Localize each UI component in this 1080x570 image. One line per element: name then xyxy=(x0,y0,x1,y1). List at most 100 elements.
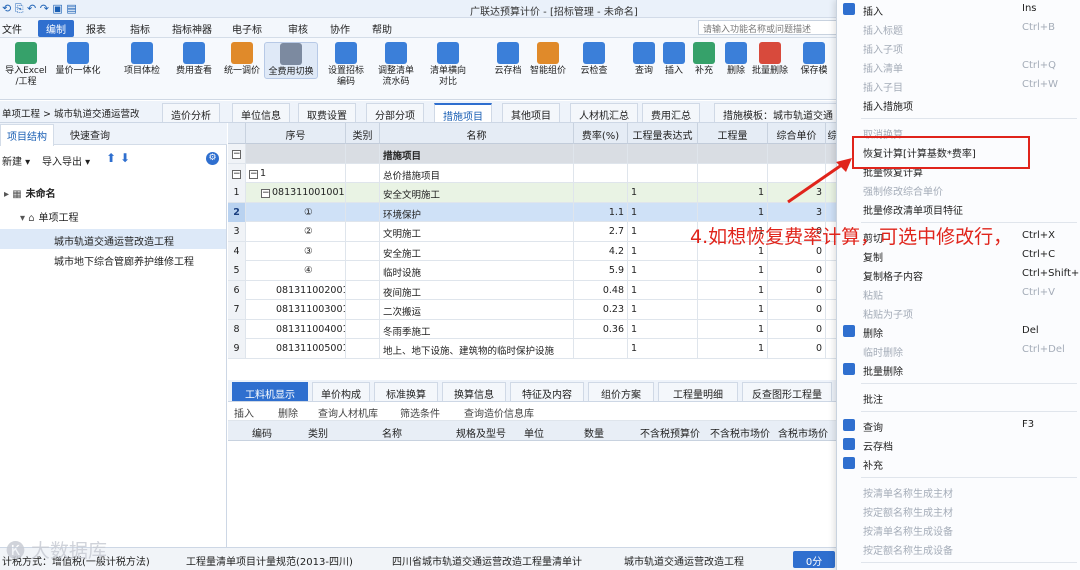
ribbon-button[interactable]: 调整清单 流水码 xyxy=(372,42,420,88)
collapse-icon[interactable]: − xyxy=(232,169,241,179)
menu-item[interactable]: 帮助 xyxy=(372,21,392,36)
ribbon-button[interactable]: 项目体检 xyxy=(118,42,166,77)
menu-item[interactable]: 编制 xyxy=(38,20,74,37)
context-menu-item[interactable]: 按清单名称生成设备 xyxy=(837,520,1080,539)
ribbon-button[interactable]: 量价一体化 xyxy=(54,42,102,77)
ribbon-button[interactable]: 费用查看 xyxy=(170,42,218,77)
ribbon-button[interactable]: 全费用切换 xyxy=(264,42,318,79)
row-name[interactable]: 地上、地下设施、建筑物的临时保护设施 xyxy=(380,339,574,358)
row-name[interactable]: 冬雨季施工 xyxy=(380,319,574,339)
context-menu-item[interactable]: 复制格子内容 Ctrl+Shift+ xyxy=(837,265,1080,284)
resource-column-header[interactable]: 数量 xyxy=(584,425,604,440)
ribbon-button[interactable]: 清单横向 对比 xyxy=(424,42,472,88)
table-row[interactable]: 6 081311002001 夜间施工 0.48 1 1 0 xyxy=(228,280,840,300)
main-tab[interactable]: 措施项目 xyxy=(434,103,492,123)
new-button[interactable]: 新建 ▾ xyxy=(2,153,30,168)
tree-item[interactable]: 城市轨道交通运营改造工程 xyxy=(0,229,226,249)
row-rate[interactable]: 0.36 xyxy=(574,319,628,339)
row-name[interactable]: 安全施工 xyxy=(380,241,574,261)
row-rate[interactable] xyxy=(574,144,628,163)
row-name[interactable]: 文明施工 xyxy=(380,222,574,241)
row-number[interactable]: 9 xyxy=(228,339,246,358)
context-menu-item[interactable]: 查询 F3 xyxy=(837,416,1080,435)
context-menu-item[interactable]: 插入子目 Ctrl+W xyxy=(837,76,1080,95)
main-tab[interactable]: 单位信息 xyxy=(232,103,290,122)
bottom-tab[interactable]: 标准换算 xyxy=(374,382,438,401)
resource-column-header[interactable]: 不含税预算价 xyxy=(640,425,700,440)
collapse-icon[interactable]: − xyxy=(261,189,270,198)
context-menu-item[interactable]: 插入 Ins xyxy=(837,0,1080,19)
row-rate[interactable] xyxy=(574,183,628,202)
table-row[interactable]: 7 081311003001 二次搬运 0.23 1 1 0 xyxy=(228,300,840,320)
bottom-tool-2[interactable]: 查询人材机库 xyxy=(318,405,378,420)
resource-column-header[interactable]: 规格及型号 xyxy=(456,425,506,440)
menu-item[interactable]: 审核 xyxy=(288,21,308,36)
bottom-tab[interactable]: 工料机显示 xyxy=(232,382,308,401)
bottom-tool-3[interactable]: 筛选条件 xyxy=(400,405,440,420)
context-menu-item[interactable]: 批量修改清单项目特征 xyxy=(837,199,1080,218)
row-qty-expression[interactable]: 1 xyxy=(628,241,698,261)
tab-quick-query[interactable]: 快速查询 xyxy=(70,127,110,142)
table-row[interactable]: 8 081311004001 冬雨季施工 0.36 1 1 0 xyxy=(228,319,840,339)
collapse-icon[interactable]: − xyxy=(249,169,258,179)
grid-column-header[interactable]: 工程量表达式 xyxy=(628,123,698,144)
import-export-button[interactable]: 导入导出 ▾ xyxy=(42,153,90,168)
row-qty-expression[interactable]: 1 xyxy=(628,202,698,222)
resource-column-header[interactable]: 名称 xyxy=(382,425,402,440)
row-name[interactable]: 环境保护 xyxy=(380,202,574,222)
row-qty-expression[interactable]: 1 xyxy=(628,222,698,241)
feature-search-input[interactable]: 请输入功能名称或问题描述 xyxy=(698,20,838,35)
context-menu-item[interactable]: 粘贴为子项 xyxy=(837,303,1080,322)
row-qty-expression[interactable]: 1 xyxy=(628,300,698,319)
row-name[interactable]: 总价措施项目 xyxy=(380,163,574,183)
menu-item[interactable]: 报表 xyxy=(86,21,106,36)
tree-item[interactable]: ▸ ▦ 未命名 xyxy=(0,181,226,201)
menu-item[interactable]: 协作 xyxy=(330,21,350,36)
row-name[interactable]: 措施项目 xyxy=(380,144,574,163)
table-row[interactable]: 9 081311005001 地上、地下设施、建筑物的临时保护设施 1 1 0 xyxy=(228,339,840,359)
row-number[interactable]: 5 xyxy=(228,261,246,280)
table-row[interactable]: 1−081311001001 安全文明施工 1 1 3 xyxy=(228,183,840,203)
grid-column-header[interactable]: 费率(%) xyxy=(574,123,628,144)
row-qty-expression[interactable]: 1 xyxy=(628,339,698,358)
row-number[interactable]: 8 xyxy=(228,319,246,339)
grid-column-header[interactable]: 名称 xyxy=(380,123,574,144)
grid-column-header[interactable]: 综合单价 xyxy=(768,123,826,144)
row-number[interactable]: − xyxy=(228,163,246,183)
main-tab[interactable]: 其他项目 xyxy=(502,103,560,122)
context-menu-item[interactable]: 插入标题 Ctrl+B xyxy=(837,19,1080,38)
row-qty-expression[interactable] xyxy=(628,144,698,163)
ribbon-button[interactable]: 导入Excel /工程 xyxy=(2,42,50,88)
row-name[interactable]: 夜间施工 xyxy=(380,280,574,300)
grid-column-header[interactable]: 工程量 xyxy=(698,123,768,144)
context-menu-item[interactable]: 补充 xyxy=(837,454,1080,473)
context-menu-item[interactable]: 粘贴 Ctrl+V xyxy=(837,284,1080,303)
row-qty-expression[interactable] xyxy=(628,163,698,183)
menu-item[interactable]: 文件 xyxy=(2,21,22,36)
row-number[interactable]: 6 xyxy=(228,280,246,300)
ribbon-button[interactable]: 云检查 xyxy=(570,42,618,77)
bottom-tab[interactable]: 组价方案 xyxy=(588,382,654,401)
context-menu-item[interactable]: 强制修改综合单价 xyxy=(837,180,1080,199)
breadcrumb[interactable]: 单项工程 > 城市轨道交通运营改 xyxy=(2,106,140,120)
grid-column-header[interactable]: 序号 xyxy=(246,123,346,144)
menu-item[interactable]: 指标神器 xyxy=(172,21,212,36)
row-name[interactable]: 二次搬运 xyxy=(380,300,574,319)
row-number[interactable]: 7 xyxy=(228,300,246,319)
row-number[interactable]: − xyxy=(228,144,246,163)
table-row[interactable]: 5 ④ 临时设施 5.9 1 1 0 xyxy=(228,261,840,281)
bottom-tab[interactable]: 工程量明细 xyxy=(658,382,738,401)
row-rate[interactable]: 5.9 xyxy=(574,261,628,280)
context-menu-item[interactable]: 云存档 xyxy=(837,435,1080,454)
context-menu-item[interactable]: 按清单名称生成主材 xyxy=(837,482,1080,501)
settings-icon[interactable]: ⚙ xyxy=(206,152,219,165)
context-menu-item[interactable]: 临时删除 Ctrl+Del xyxy=(837,341,1080,360)
move-down-icon[interactable]: ⬇ xyxy=(120,151,130,165)
row-qty-expression[interactable]: 1 xyxy=(628,319,698,339)
row-rate[interactable] xyxy=(574,163,628,183)
tree-item[interactable]: ▾ ⌂ 单项工程 xyxy=(0,205,226,225)
main-tab[interactable]: 造价分析 xyxy=(162,103,220,122)
tab-project-structure[interactable]: 项目结构 xyxy=(0,124,54,146)
ribbon-button[interactable]: 设置招标 编码 xyxy=(322,42,370,88)
row-qty-expression[interactable]: 1 xyxy=(628,261,698,280)
